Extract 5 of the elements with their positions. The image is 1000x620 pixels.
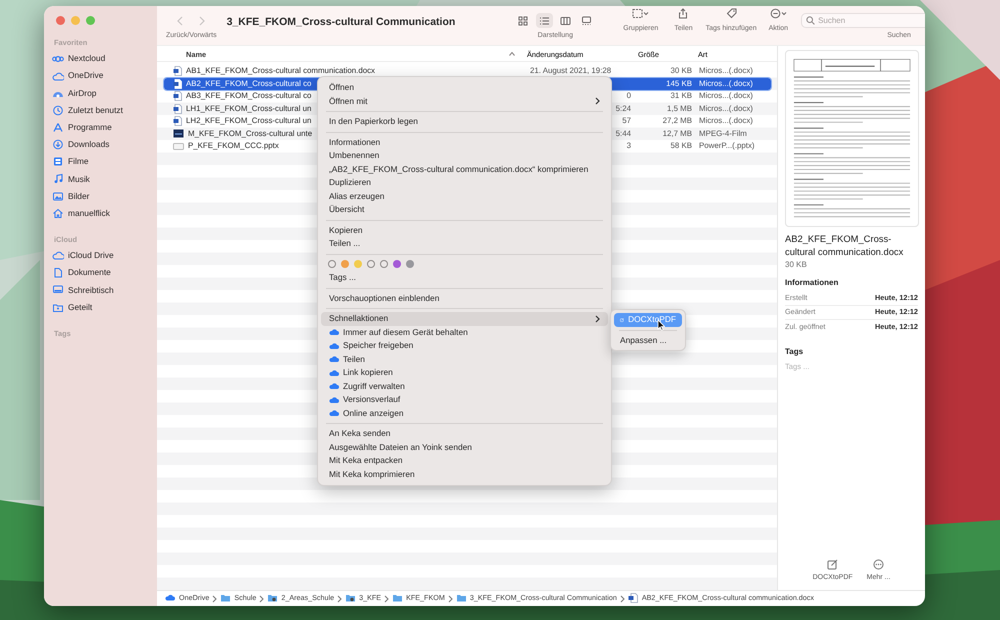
section-heading: Tags	[785, 346, 804, 358]
section-heading: Informationen	[785, 277, 840, 289]
file-size: 30 KB	[785, 259, 808, 271]
file-title: AB2_KFE_FKOM_Cross-cultural communication.docx	[785, 232, 904, 258]
window-title: 3_KFE_FKOM_Cross-cultural Communication	[226, 15, 456, 30]
